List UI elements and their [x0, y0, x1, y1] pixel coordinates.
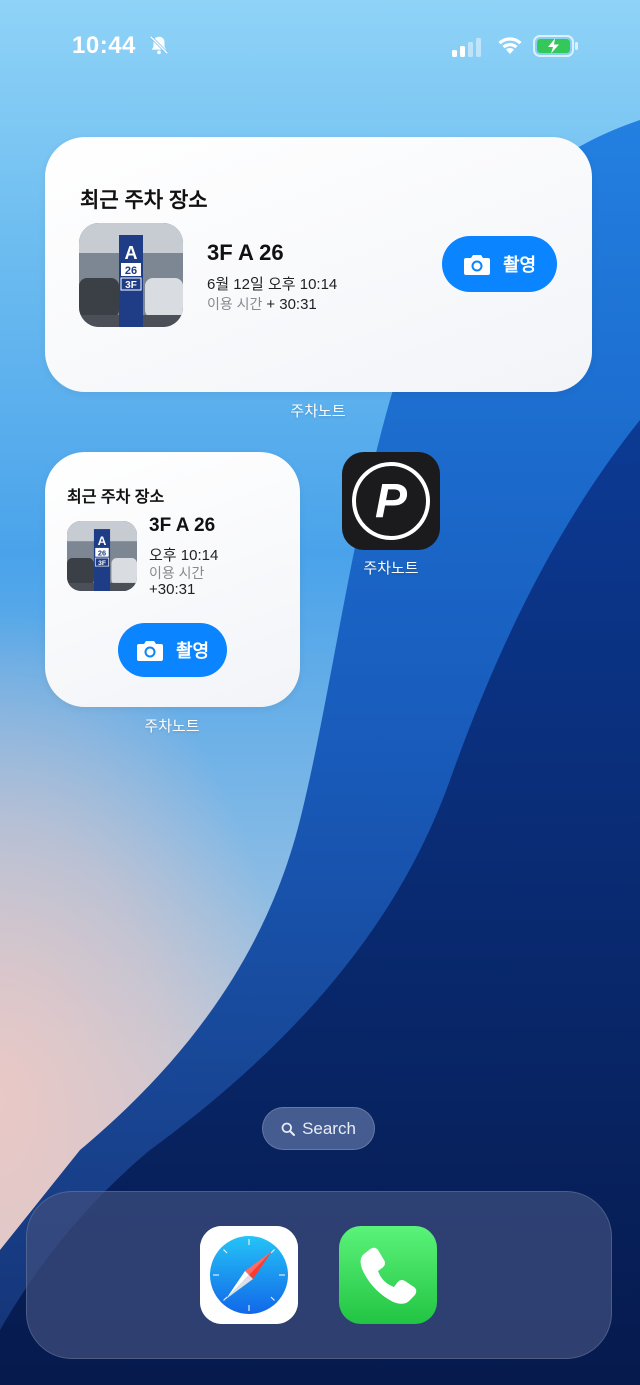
widget-title: 최근 주차 장소 [67, 489, 165, 506]
capture-button[interactable]: 촬영 [442, 236, 557, 292]
svg-text:A: A [98, 534, 107, 548]
phone-app-icon[interactable] [339, 1226, 437, 1324]
parking-photo-thumbnail: A 26 3F [67, 521, 137, 591]
spotlight-search-button[interactable]: Search [262, 1107, 375, 1150]
svg-text:26: 26 [125, 265, 137, 277]
usage-duration: +30:31 [149, 581, 196, 598]
usage-time: 이용 시간 + 30:31 [207, 294, 317, 314]
capture-button-label: 촬영 [175, 641, 210, 661]
svg-text:26: 26 [98, 548, 106, 557]
svg-text:A: A [125, 243, 138, 263]
cellular-signal-icon [452, 38, 481, 57]
safari-app-icon[interactable] [200, 1226, 298, 1324]
parking-spot: 3F A 26 [207, 240, 284, 265]
svg-text:3F: 3F [98, 560, 106, 567]
widget-title: 최근 주차 장소 [80, 189, 208, 212]
parked-datetime: 6월 12일 오후 10:14 [207, 276, 338, 293]
wifi-icon [498, 37, 522, 54]
parking-app-icon[interactable]: P [342, 452, 440, 550]
usage-label: 이용 시간 [149, 565, 205, 581]
magnifier-icon [281, 1122, 296, 1136]
parking-widget-small[interactable]: 최근 주차 장소 A 26 3F 3F A 26 오후 10:14 이용 시간 … [45, 452, 300, 707]
parking-widget-large[interactable]: 최근 주차 장소 A 26 3F 3F A 26 6월 12일 오후 10:14… [45, 137, 592, 392]
parking-spot: 3F A 26 [149, 515, 216, 536]
widget-small-app-label: 주차노트 [144, 718, 200, 735]
clock-time: 10:44 [72, 32, 136, 59]
bell-slash-icon [149, 35, 169, 55]
app-icon-label: 주차노트 [363, 560, 419, 577]
widget-large-app-label: 주차노트 [290, 403, 346, 420]
p-glyph: P [352, 462, 430, 540]
capture-button-label: 촬영 [502, 255, 537, 275]
usage-label: 이용 시간 [207, 296, 263, 312]
battery-charging-icon [533, 35, 578, 57]
parking-photo-thumbnail: A 26 3F [79, 223, 183, 327]
phone-handset-icon [360, 1247, 417, 1304]
capture-button[interactable]: 촬영 [118, 623, 227, 677]
status-bar: 10:44 [0, 0, 640, 90]
svg-text:3F: 3F [125, 280, 137, 291]
dock [26, 1191, 612, 1359]
usage-duration: + 30:31 [266, 296, 317, 313]
search-label: Search [302, 1118, 356, 1138]
camera-icon [463, 255, 490, 275]
camera-icon [136, 641, 163, 661]
parked-datetime: 오후 10:14 [149, 547, 219, 564]
safari-compass-icon [200, 1226, 298, 1324]
